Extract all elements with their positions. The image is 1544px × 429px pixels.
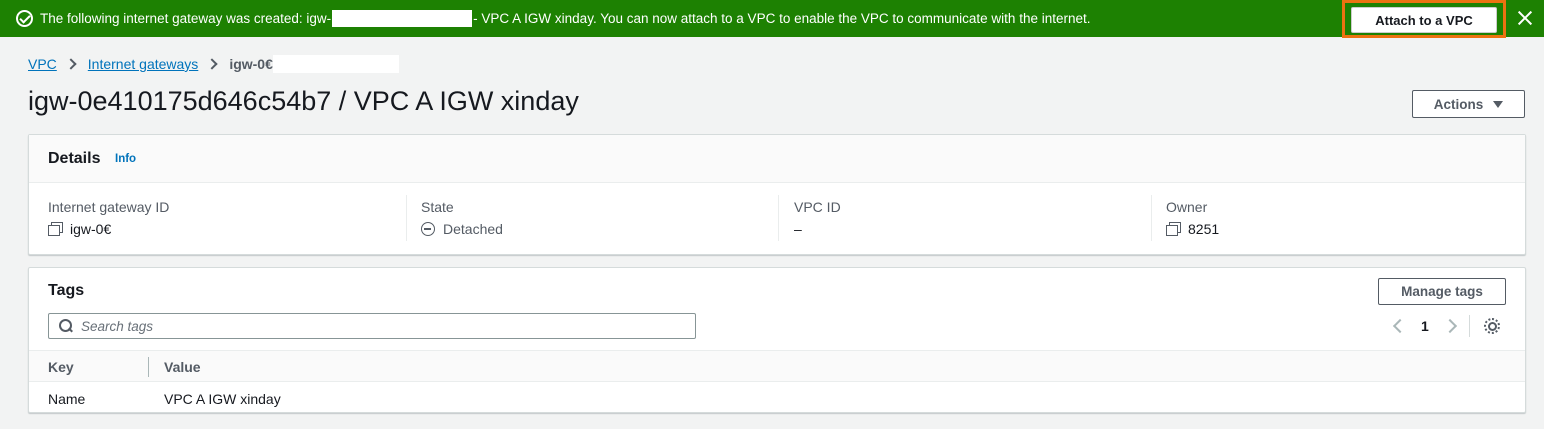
breadcrumb-vpc[interactable]: VPC xyxy=(28,56,57,72)
breadcrumb-internet-gateways[interactable]: Internet gateways xyxy=(88,56,199,72)
copy-icon[interactable] xyxy=(48,222,63,236)
breadcrumb: VPC Internet gateways igw-0€ xyxy=(28,55,399,73)
field-label: Owner xyxy=(1166,199,1208,215)
breadcrumb-current: igw-0€ xyxy=(229,56,273,72)
field-value: Detached xyxy=(443,221,503,237)
close-icon[interactable] xyxy=(1516,9,1534,27)
flash-message-prefix: The following internet gateway was creat… xyxy=(40,11,332,26)
table-row: Name VPC A IGW xinday xyxy=(29,382,1525,414)
caret-down-icon xyxy=(1493,100,1504,108)
search-tags-field xyxy=(48,313,696,339)
flash-message: The following internet gateway was creat… xyxy=(40,10,1091,27)
field-label: Internet gateway ID xyxy=(48,199,170,215)
field-vpc-id: VPC ID – xyxy=(794,199,841,237)
field-value-row: Detached xyxy=(421,221,503,237)
column-header-key[interactable]: Key xyxy=(48,359,74,375)
column-divider xyxy=(406,195,407,241)
pagination: 1 xyxy=(1389,315,1470,337)
table-header: Key Value xyxy=(29,350,1525,382)
page-title: igw-0e410175d646c54b7 / VPC A IGW xinday xyxy=(28,86,579,116)
field-value: 8251 xyxy=(1188,221,1220,237)
details-heading: Details xyxy=(48,150,101,167)
gear-icon[interactable] xyxy=(1483,317,1501,335)
actions-button[interactable]: Actions xyxy=(1412,90,1525,118)
manage-tags-button[interactable]: Manage tags xyxy=(1378,278,1506,305)
column-header-value[interactable]: Value xyxy=(164,359,201,375)
success-flash-banner: The following internet gateway was creat… xyxy=(0,0,1544,38)
redacted-block xyxy=(332,10,473,27)
redacted-block xyxy=(272,55,399,73)
field-value-row: igw-0€ xyxy=(48,221,169,237)
field-label: VPC ID xyxy=(794,199,841,215)
field-internet-gateway-id: Internet gateway ID igw-0€ xyxy=(48,199,169,237)
column-divider xyxy=(778,195,779,241)
attach-highlight: Attach to a VPC xyxy=(1342,0,1506,38)
search-tags-input[interactable] xyxy=(81,318,681,334)
chevron-right-icon xyxy=(206,58,218,70)
chevron-right-icon[interactable] xyxy=(1442,318,1457,334)
check-circle-icon xyxy=(16,10,33,27)
field-value: – xyxy=(794,221,802,237)
attach-to-vpc-button[interactable]: Attach to a VPC xyxy=(1351,7,1497,33)
field-value-row: 8251 xyxy=(1166,221,1219,237)
tags-heading: Tags xyxy=(48,282,85,299)
details-header: Details Info xyxy=(29,135,1525,183)
page-number[interactable]: 1 xyxy=(1421,318,1429,334)
search-icon xyxy=(59,319,73,333)
column-divider xyxy=(1151,195,1152,241)
field-label: State xyxy=(421,199,454,215)
actions-label: Actions xyxy=(1433,96,1484,112)
flash-message-suffix: - VPC A IGW xinday. You can now attach t… xyxy=(473,11,1091,26)
chevron-right-icon xyxy=(65,58,77,70)
details-panel: Details Info Internet gateway ID igw-0€ … xyxy=(28,134,1526,255)
minus-circle-icon xyxy=(421,222,435,236)
pager-divider xyxy=(1468,315,1470,337)
chevron-left-icon[interactable] xyxy=(1392,318,1408,334)
column-resize-handle[interactable] xyxy=(148,357,149,377)
field-state: State Detached xyxy=(421,199,503,237)
copy-icon[interactable] xyxy=(1166,222,1181,236)
cell-value: VPC A IGW xinday xyxy=(164,391,281,407)
field-value: igw-0€ xyxy=(70,221,112,237)
cell-key: Name xyxy=(48,391,86,407)
field-owner: Owner 8251 xyxy=(1166,199,1219,237)
field-value-row: – xyxy=(794,221,841,237)
info-link[interactable]: Info xyxy=(115,153,136,165)
tags-table: Key Value Name VPC A IGW xinday xyxy=(29,350,1525,414)
tags-panel: Tags Manage tags 1 Key Value Name VPC A … xyxy=(28,267,1526,413)
